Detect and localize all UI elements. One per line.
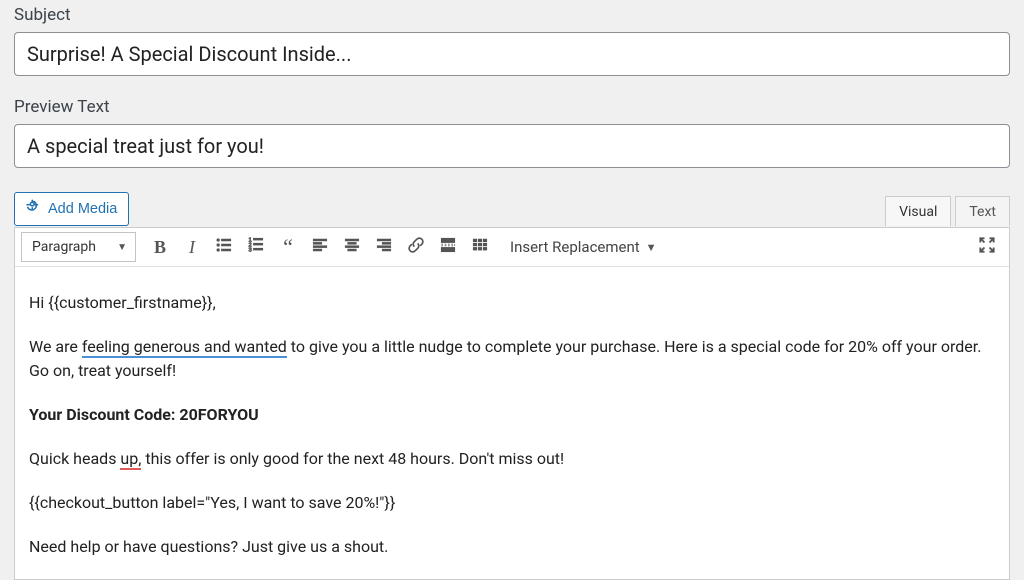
align-center-icon bbox=[342, 235, 362, 260]
subject-label: Subject bbox=[14, 5, 1010, 25]
toolbar-toggle-button[interactable] bbox=[464, 231, 496, 263]
align-left-button[interactable] bbox=[304, 231, 336, 263]
numbered-list-icon: 123 bbox=[246, 235, 266, 260]
body-paragraph-bold: Your Discount Code: 20FORYOU bbox=[29, 403, 995, 427]
bold-icon: B bbox=[154, 237, 166, 258]
spell-underline: up, bbox=[120, 449, 141, 470]
align-left-icon bbox=[310, 235, 330, 260]
body-paragraph: We are feeling generous and wanted to gi… bbox=[29, 335, 995, 383]
preview-text-label: Preview Text bbox=[14, 97, 1010, 117]
align-center-button[interactable] bbox=[336, 231, 368, 263]
preview-text-input[interactable] bbox=[14, 124, 1010, 168]
italic-button[interactable]: I bbox=[176, 231, 208, 263]
align-right-icon bbox=[374, 235, 394, 260]
bullet-list-icon bbox=[214, 235, 234, 260]
chevron-down-icon: ▼ bbox=[646, 241, 657, 254]
format-dropdown-label: Paragraph bbox=[32, 239, 96, 255]
fullscreen-icon bbox=[977, 235, 997, 260]
insert-replacement-label: Insert Replacement bbox=[510, 238, 640, 256]
subject-input[interactable] bbox=[14, 32, 1010, 76]
format-dropdown[interactable]: Paragraph ▼ bbox=[21, 232, 136, 262]
numbered-list-button[interactable]: 123 bbox=[240, 231, 272, 263]
insert-replacement-dropdown[interactable]: Insert Replacement ▼ bbox=[500, 238, 667, 256]
body-paragraph: {{checkout_button label="Yes, I want to … bbox=[29, 491, 995, 515]
tab-text[interactable]: Text bbox=[955, 196, 1010, 226]
body-paragraph: Hi {{customer_firstname}}, bbox=[29, 291, 995, 315]
fullscreen-button[interactable] bbox=[971, 231, 1003, 263]
editor-toolbar: Paragraph ▼ B I 123 “ bbox=[14, 227, 1010, 267]
link-icon bbox=[406, 235, 426, 260]
add-media-label: Add Media bbox=[48, 201, 117, 217]
align-right-button[interactable] bbox=[368, 231, 400, 263]
italic-icon: I bbox=[189, 237, 195, 258]
media-icon bbox=[24, 198, 42, 220]
link-button[interactable] bbox=[400, 231, 432, 263]
kitchen-sink-icon bbox=[470, 235, 490, 260]
bold-button[interactable]: B bbox=[144, 231, 176, 263]
add-media-button[interactable]: Add Media bbox=[14, 192, 129, 226]
read-more-button[interactable] bbox=[432, 231, 464, 263]
body-paragraph: Quick heads up, this offer is only good … bbox=[29, 447, 995, 471]
quote-button[interactable]: “ bbox=[272, 231, 304, 263]
editor-body[interactable]: Hi {{customer_firstname}}, We are feelin… bbox=[14, 267, 1010, 580]
quote-icon: “ bbox=[283, 241, 293, 253]
svg-text:3: 3 bbox=[249, 247, 252, 253]
grammar-underline: feeling generous and wanted bbox=[82, 337, 287, 358]
body-paragraph: Need help or have questions? Just give u… bbox=[29, 535, 995, 559]
chevron-down-icon: ▼ bbox=[117, 242, 127, 253]
tab-visual[interactable]: Visual bbox=[885, 196, 951, 226]
bullet-list-button[interactable] bbox=[208, 231, 240, 263]
read-more-icon bbox=[438, 235, 458, 260]
